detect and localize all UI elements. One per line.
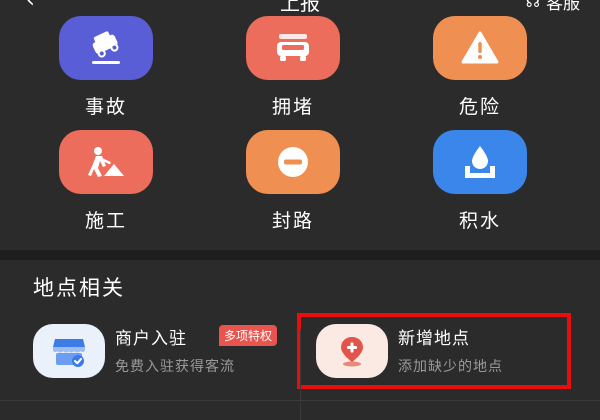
section-divider	[0, 250, 600, 260]
card-divider-horizontal	[0, 400, 600, 401]
section-title: 地点相关	[33, 276, 125, 300]
road-closed-label: 封路	[271, 210, 314, 232]
warning-triangle-icon	[461, 31, 499, 64]
merchant-onboarding-card[interactable]: 商户入驻 多项特权 免费入驻获得客流	[33, 318, 295, 388]
page-title: 上报	[280, 0, 320, 14]
customer-service-button[interactable]: ☊ 客服	[526, 0, 580, 14]
danger-tile	[433, 16, 527, 80]
accident-label: 事故	[84, 96, 127, 118]
headset-icon: ☊	[525, 0, 540, 11]
flooding-label: 积水	[458, 210, 501, 232]
water-drop-icon	[465, 146, 495, 178]
customer-service-label: 客服	[546, 0, 580, 14]
road-closed-icon	[278, 147, 308, 177]
merchant-card-title: 商户入驻	[115, 329, 187, 349]
traffic-jam-car-icon	[277, 34, 309, 61]
report-danger-button[interactable]: 危险	[400, 16, 560, 119]
report-flooding-button[interactable]: 积水	[400, 130, 560, 233]
storefront-check-icon	[53, 339, 85, 367]
report-road-closed-button[interactable]: 封路	[213, 130, 373, 233]
highlight-box	[297, 313, 571, 389]
top-bar: ‹ 上报 ☊ 客服	[0, 0, 600, 14]
privilege-badge: 多项特权	[219, 325, 278, 346]
congestion-tile	[246, 16, 340, 80]
report-accident-button[interactable]: 事故	[26, 16, 186, 119]
merchant-icon-tile	[33, 324, 105, 378]
merchant-card-subtitle: 免费入驻获得客流	[115, 359, 235, 375]
report-congestion-button[interactable]: 拥堵	[213, 16, 373, 119]
accident-tile	[59, 16, 153, 80]
road-closed-tile	[246, 130, 340, 194]
flooding-tile	[433, 130, 527, 194]
card-divider-vertical	[300, 330, 301, 420]
construction-label: 施工	[84, 210, 127, 232]
report-construction-button[interactable]: 施工	[26, 130, 186, 233]
accident-car-icon	[92, 31, 120, 64]
construction-tile	[59, 130, 153, 194]
danger-label: 危险	[458, 96, 501, 118]
construction-worker-icon	[88, 147, 124, 177]
congestion-label: 拥堵	[271, 96, 314, 118]
